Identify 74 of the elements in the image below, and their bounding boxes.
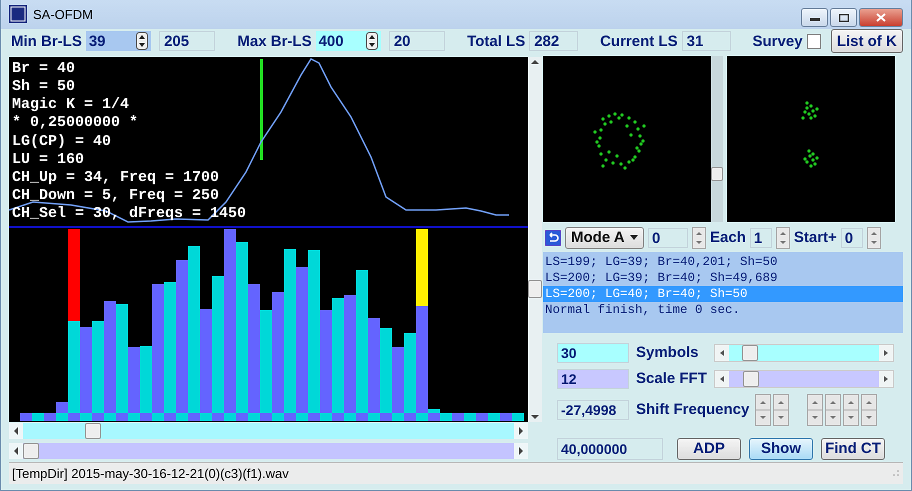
number-field[interactable]: 0 <box>648 228 688 248</box>
file-path: [TempDir] 2015-may-30-16-12-21(0)(c3)(f1).wav <box>12 466 289 481</box>
app-logo-icon <box>9 5 27 24</box>
horizontal-scrollbar[interactable] <box>9 442 528 459</box>
scroll-left-arrow-icon[interactable] <box>720 350 724 356</box>
checkbox[interactable] <box>806 34 821 49</box>
field-label: Start+ <box>794 229 837 246</box>
scroll-down-arrow-icon[interactable] <box>531 414 539 419</box>
log-item[interactable]: LS=199; LG=39; Br=40,201; Sh=50 <box>543 254 903 270</box>
field-label: Current LS <box>600 32 678 50</box>
action-button[interactable]: Show <box>749 438 813 460</box>
action-button[interactable]: ADP <box>677 438 741 460</box>
spin-field[interactable]: 400 <box>316 31 381 52</box>
scroll-up-arrow-icon[interactable] <box>531 60 539 64</box>
number-field[interactable]: 0 <box>840 228 863 248</box>
number-field[interactable]: 1 <box>750 228 772 248</box>
field-label: Symbols <box>636 344 700 362</box>
readout-field: 31 <box>682 31 730 52</box>
value-field[interactable]: 40,000000 <box>557 438 663 460</box>
field-label: Total LS <box>467 32 526 50</box>
scroll-left-arrow-icon[interactable] <box>14 426 18 435</box>
parameter-readout: Br = 40 <box>12 60 76 78</box>
parameter-readout: * 0,25000000 * <box>12 114 140 133</box>
slider-thumb[interactable] <box>742 371 759 388</box>
scroll-right-arrow-icon[interactable] <box>884 350 888 356</box>
scroll-left-arrow-icon[interactable] <box>720 376 724 382</box>
window-title: SA-OFDM <box>33 6 93 22</box>
maximize-button[interactable] <box>830 8 857 27</box>
vertical-scrollbar[interactable] <box>528 56 542 422</box>
parameter-readout: Magic K = 1/4 <box>12 96 130 114</box>
checkbox-label: Survey <box>752 32 803 50</box>
parameter-readout: LU = 160 <box>12 150 86 170</box>
slider-thumb[interactable] <box>742 345 758 362</box>
spin-arrows-icon[interactable] <box>136 32 148 50</box>
log-item[interactable]: Normal finish, time 0 sec. <box>543 302 903 318</box>
spin-field[interactable]: 39 <box>86 31 152 52</box>
list-button[interactable]: List of K <box>830 29 903 54</box>
scrollbar-thumb[interactable] <box>85 422 101 439</box>
parameter-readout: LG(CP) = 40 <box>12 132 112 151</box>
close-icon <box>876 13 886 22</box>
readout-field: 205 <box>159 31 216 52</box>
value-field[interactable]: 30 <box>557 343 629 364</box>
readout-field: 20 <box>388 31 446 52</box>
scrollbar-thumb[interactable] <box>528 280 542 298</box>
parameter-readout: Sh = 50 <box>12 78 76 96</box>
mode-dropdown[interactable]: Mode A <box>565 226 644 249</box>
scrollbar-thumb[interactable] <box>23 442 39 459</box>
slider[interactable] <box>714 344 894 362</box>
minimize-button[interactable] <box>801 8 828 27</box>
close-button[interactable] <box>859 8 903 27</box>
action-button[interactable]: Find CT <box>821 438 885 460</box>
log-item[interactable]: LS=200; LG=39; Br=40; Sh=49,689 <box>543 270 903 286</box>
spin-arrows-icon[interactable] <box>366 32 378 50</box>
maximize-icon <box>838 14 848 22</box>
scroll-left-arrow-icon[interactable] <box>14 446 18 455</box>
parameter-readout: CH_Down = 5, Freq = 250 <box>12 187 220 206</box>
readout-field: 282 <box>529 31 578 52</box>
field-label: Min Br-LS <box>11 32 82 50</box>
scroll-right-arrow-icon[interactable] <box>519 446 523 455</box>
caret-icon <box>630 235 638 240</box>
horizontal-scrollbar[interactable] <box>9 422 528 439</box>
scroll-right-arrow-icon[interactable] <box>884 376 888 382</box>
field-label: Each <box>710 229 746 246</box>
value-field[interactable]: -27,4998 <box>557 400 629 420</box>
scroll-right-arrow-icon[interactable] <box>519 426 523 435</box>
scrollbar-thumb[interactable] <box>711 166 723 181</box>
resize-grip-icon[interactable] <box>892 469 900 478</box>
undo-icon[interactable] <box>545 230 561 246</box>
field-label: Scale FFT <box>636 370 708 388</box>
parameter-readout: CH_Up = 34, Freq = 1700 <box>12 169 220 188</box>
value-field[interactable]: 12 <box>557 369 629 390</box>
field-label: Shift Frequency <box>636 400 750 419</box>
slider[interactable] <box>714 370 894 388</box>
field-label: Max Br-LS <box>237 32 312 50</box>
